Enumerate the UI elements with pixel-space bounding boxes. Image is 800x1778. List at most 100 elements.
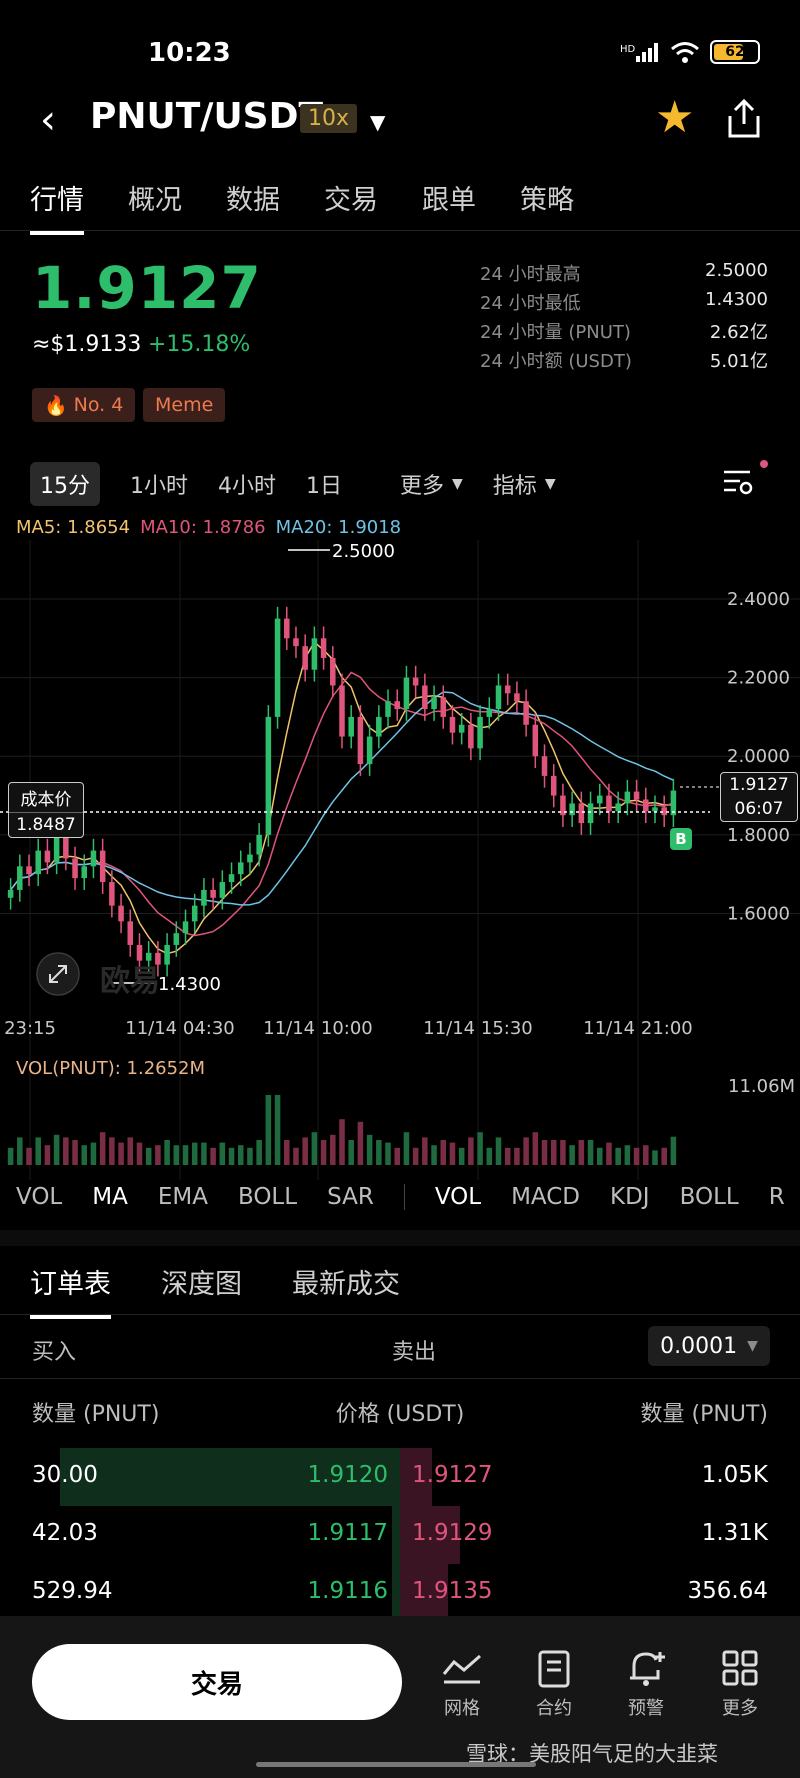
orderbook-row[interactable]: 529.94 1.9116 1.9135 356.64 [0,1564,800,1622]
pair-title[interactable]: PNUT/USDT [90,96,323,137]
indicator-boll[interactable]: BOLL [238,1184,297,1210]
wifi-icon [671,42,699,63]
indicator-ma[interactable]: MA [92,1184,128,1210]
tab-overview[interactable]: 概况 [128,178,182,235]
indicator-rsi[interactable]: R [769,1184,785,1210]
tab-trades[interactable]: 最新成交 [292,1262,400,1319]
chevron-down-icon[interactable]: ▼ [545,476,556,492]
volume-bar [569,1145,575,1165]
candle-body [587,803,594,824]
candle-body [376,716,382,737]
interval-15m[interactable]: 15分 [30,462,100,506]
candles [7,606,677,977]
nav-more-label: 更多 [722,1698,758,1719]
tab-copy[interactable]: 跟单 [422,178,476,235]
apps-icon [722,1650,758,1686]
candle-body [477,716,483,749]
tab-trade[interactable]: 交易 [324,178,378,235]
candle-body [643,799,649,812]
ask-qty-header: 数量 (PNUT) [640,1402,768,1427]
candle-body [348,716,354,737]
chevron-down-icon: ▼ [747,1338,758,1354]
divider [0,1378,800,1379]
volume-bar [293,1147,299,1165]
tab-orderbook[interactable]: 订单表 [30,1262,111,1319]
nav-grid[interactable]: 网格 [422,1648,502,1720]
orderbook-row[interactable]: 42.03 1.9117 1.9129 1.31K [0,1506,800,1564]
volume-bar [210,1147,216,1165]
expand-icon[interactable] [36,952,80,996]
interval-1h[interactable]: 1小时 [130,468,188,500]
stat-label: 24 小时最高 [480,264,581,285]
nav-more[interactable]: 更多 [700,1648,780,1720]
volume-bar [394,1147,400,1165]
ma20-label: MA20: 1.9018 [275,517,402,538]
indicator-sub-boll[interactable]: BOLL [680,1184,739,1210]
candle-body [458,724,465,733]
nav-contract[interactable]: 合约 [514,1648,594,1720]
indicator-menu[interactable]: 指标 [493,468,537,500]
indicator-sar[interactable]: SAR [327,1184,374,1210]
price-header: 价格 (USDT) [335,1402,465,1427]
candle-body [422,685,428,710]
stat-value: 2.62亿 [709,322,768,343]
tab-market[interactable]: 行情 [30,178,84,235]
candle-body [17,866,23,890]
interval-more[interactable]: 更多 [400,468,444,500]
indicator-macd[interactable]: MACD [511,1184,580,1210]
candle-body [431,697,437,710]
volume-bar [228,1147,235,1165]
volume-bar [606,1142,612,1165]
tab-data[interactable]: 数据 [226,178,280,235]
candle-body [504,685,511,694]
indicator-vol[interactable]: VOL [16,1184,62,1210]
nav-alert[interactable]: 预警 [606,1648,686,1720]
precision-select[interactable]: 0.0001 ▼ [648,1326,770,1366]
volume-bar [615,1147,621,1165]
price-chart[interactable]: 2.4000 2.2000 2.0000 1.8000 1.6000 23:15 11/1… [0,540,800,1180]
buy-marker[interactable]: B [670,828,692,850]
volume-bar [274,1095,281,1165]
chevron-down-icon[interactable]: ▼ [452,476,463,492]
ask-price: 1.9127 [412,1462,493,1488]
volume-bar [256,1140,262,1165]
indicator-kdj[interactable]: KDJ [610,1184,650,1210]
candle-body [182,921,189,934]
stats-panel: 24 小时最高 2.5000 24 小时最低 1.4300 24 小时量 (PNUT… [480,260,768,376]
tab-strategy[interactable]: 策略 [520,178,574,235]
interval-1d[interactable]: 1日 [306,468,342,500]
back-icon[interactable]: ‹ [40,100,56,140]
interval-4h[interactable]: 4小时 [218,468,276,500]
stat-value: 1.4300 [705,289,768,310]
indicator-sub-vol[interactable]: VOL [435,1184,481,1210]
volume-bar [504,1147,511,1165]
indicator-ema[interactable]: EMA [158,1184,208,1210]
bid-price: 1.9117 [307,1520,388,1546]
volume-bar [596,1147,603,1165]
buy-label: 买入 [32,1340,77,1365]
rank-tag-label: No. 4 [73,394,124,416]
x-tick-label: 11/14 15:30 [423,1018,532,1039]
volume-legend: VOL(PNUT): 1.2652M [16,1058,206,1079]
orderbook-row[interactable]: 30.00 1.9120 1.9127 1.05K [0,1448,800,1506]
tab-depth[interactable]: 深度图 [161,1262,242,1319]
chart-settings-icon[interactable] [722,466,754,498]
y-tick-label: 2.4000 [727,589,790,610]
share-icon[interactable] [725,98,763,140]
volume-bar [127,1137,134,1165]
candle-body [652,807,658,812]
candle-body [403,677,410,710]
ask-qty: 1.31K [701,1520,768,1546]
volume-bar [652,1150,658,1165]
candle-body [541,756,548,776]
ask-price: 1.9129 [412,1520,493,1546]
candle-body [274,618,281,717]
chevron-down-icon[interactable]: ▼ [370,110,385,134]
rank-tag[interactable]: 🔥 No. 4 [32,388,136,422]
indicator-bar: VOL MA EMA BOLL SAR VOL MACD KDJ BOLL R [16,1184,785,1210]
trade-button[interactable]: 交易 [32,1644,402,1720]
star-icon[interactable]: ★ [655,96,694,140]
volume-bar [17,1137,23,1165]
grid-trading-icon [442,1654,481,1684]
meme-tag[interactable]: Meme [143,388,226,422]
